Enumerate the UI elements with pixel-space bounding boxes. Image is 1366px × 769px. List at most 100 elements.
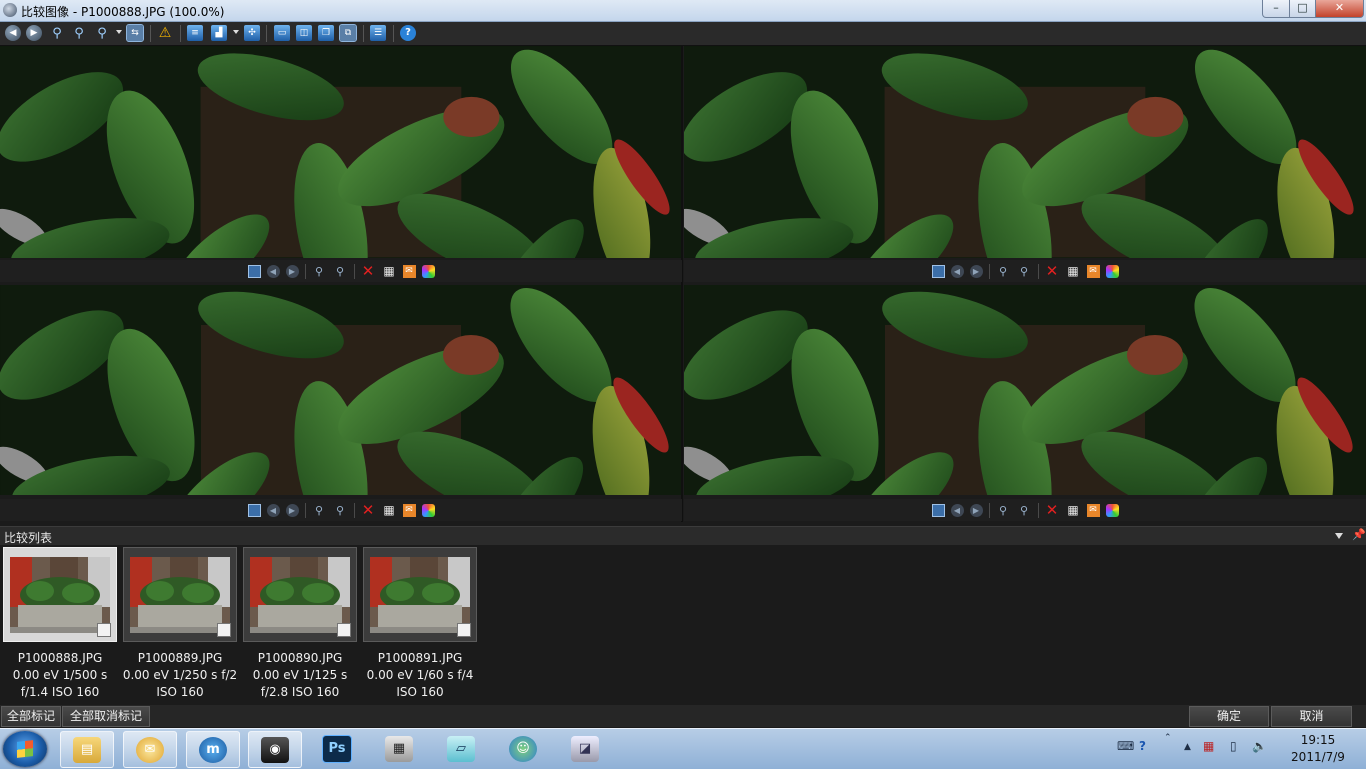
next-icon[interactable]: ▶ xyxy=(969,503,983,517)
mark-checkbox[interactable] xyxy=(217,623,231,637)
save-icon[interactable] xyxy=(247,264,261,278)
keyboard-icon[interactable]: ⌨ xyxy=(1117,739,1134,753)
two-view-icon[interactable]: ◫ xyxy=(296,25,312,41)
info-panel-icon[interactable]: ☰ xyxy=(370,25,386,41)
compare-pane-3[interactable] xyxy=(0,285,682,495)
browser-icon: m xyxy=(199,736,227,763)
single-view-icon[interactable]: ▭ xyxy=(274,25,290,41)
close-button[interactable]: ✕ xyxy=(1315,0,1364,18)
compare-pane-1[interactable] xyxy=(0,46,682,258)
compare-pane-4[interactable] xyxy=(684,285,1366,495)
zoom-in-icon[interactable]: ⚲ xyxy=(996,503,1011,518)
mark-icon[interactable]: ✉ xyxy=(1086,503,1100,517)
previous-icon[interactable]: ◀ xyxy=(950,503,964,517)
compare-pane-2[interactable] xyxy=(684,46,1366,258)
app-icon xyxy=(3,3,17,17)
thumbnail-item[interactable] xyxy=(363,547,477,642)
taskbar-explorer[interactable]: ▤ xyxy=(60,731,114,768)
list-view-icon[interactable]: ≡ xyxy=(187,25,203,41)
chevron-down-icon[interactable] xyxy=(1335,533,1343,539)
color-icon[interactable] xyxy=(421,264,435,278)
mark-all-button[interactable]: 全部标记 xyxy=(1,706,61,727)
next-icon[interactable]: ▶ xyxy=(285,264,299,278)
taskbar-notes[interactable]: ▱ xyxy=(435,731,487,766)
delete-icon[interactable]: ✕ xyxy=(361,501,376,519)
chevron-down-icon[interactable] xyxy=(233,30,239,34)
previous-icon[interactable]: ◀ xyxy=(266,503,280,517)
back-circle-icon[interactable]: ◀ xyxy=(5,25,21,41)
zoom-out-icon[interactable]: ⚲ xyxy=(333,503,348,518)
color-icon[interactable] xyxy=(421,503,435,517)
save-icon[interactable] xyxy=(931,503,945,517)
grid-icon[interactable]: ▦ xyxy=(1066,264,1081,279)
unmark-all-button[interactable]: 全部取消标记 xyxy=(62,706,150,727)
ok-button[interactable]: 确定 xyxy=(1189,706,1269,727)
taskbar-maxthon[interactable]: m xyxy=(186,731,240,768)
mark-checkbox[interactable] xyxy=(97,623,111,637)
mark-icon[interactable]: ✉ xyxy=(402,503,416,517)
zoom-in-icon[interactable]: ⚲ xyxy=(312,264,327,279)
thumbnail-item[interactable] xyxy=(243,547,357,642)
save-icon[interactable] xyxy=(931,264,945,278)
zoom-in-icon[interactable]: ⚲ xyxy=(312,503,327,518)
mark-icon[interactable]: ✉ xyxy=(1086,264,1100,278)
chevron-down-icon[interactable] xyxy=(116,30,122,34)
thumbnail-item[interactable] xyxy=(123,547,237,642)
help-icon[interactable]: ? xyxy=(400,25,416,41)
zoom-out-icon[interactable]: ⚲ xyxy=(1017,503,1032,518)
start-button[interactable] xyxy=(3,731,47,767)
taskbar-messenger[interactable]: ☺ xyxy=(497,731,549,766)
mark-icon[interactable]: ✉ xyxy=(402,264,416,278)
zoom-out-icon[interactable]: ⚲ xyxy=(71,25,87,41)
zoom-in-icon[interactable]: ⚲ xyxy=(996,264,1011,279)
compare-app-icon: ◪ xyxy=(571,735,599,762)
zoom-in-icon[interactable]: ⚲ xyxy=(49,25,65,41)
grid-icon[interactable]: ▦ xyxy=(382,264,397,279)
zoom-icon[interactable]: ⚲ xyxy=(94,25,110,41)
mark-checkbox[interactable] xyxy=(457,623,471,637)
battery-icon[interactable]: ▯ xyxy=(1230,739,1237,753)
pin-icon[interactable]: 📌 xyxy=(1352,528,1366,541)
bottom-button-bar: 全部标记 全部取消标记 确定 取消 xyxy=(0,705,1366,727)
next-icon[interactable]: ▶ xyxy=(285,503,299,517)
grid-icon[interactable]: ▦ xyxy=(382,503,397,518)
help-tray-icon[interactable]: ? xyxy=(1139,739,1146,753)
histogram-icon[interactable]: ▟ xyxy=(211,25,227,41)
delete-icon[interactable]: ✕ xyxy=(361,262,376,280)
four-view-icon[interactable]: ⧉ xyxy=(339,24,357,42)
system-clock[interactable]: 19:15 2011/7/9 xyxy=(1284,732,1352,766)
forward-circle-icon[interactable]: ▶ xyxy=(26,25,42,41)
volume-icon[interactable]: 🔈 xyxy=(1252,739,1267,753)
taskbar-photoshop[interactable]: Ps xyxy=(311,731,363,766)
next-icon[interactable]: ▶ xyxy=(969,264,983,278)
color-icon[interactable] xyxy=(1105,264,1119,278)
taskbar-calculator[interactable]: ▦ xyxy=(373,731,425,766)
previous-icon[interactable]: ◀ xyxy=(266,264,280,278)
network-tray-icon[interactable]: ▦ xyxy=(1203,739,1214,753)
tray-up-icon[interactable]: ⌃ xyxy=(1164,733,1172,743)
maximize-button[interactable]: □ xyxy=(1289,0,1316,18)
sync-lock-icon[interactable]: ⇆ xyxy=(126,24,144,42)
previous-icon[interactable]: ◀ xyxy=(950,264,964,278)
taskbar-camera-app[interactable]: ◉ xyxy=(248,731,302,768)
cancel-button[interactable]: 取消 xyxy=(1271,706,1352,727)
taskbar-compare-app[interactable]: ◪ xyxy=(559,731,611,766)
color-icon[interactable] xyxy=(1105,503,1119,517)
taskbar-mail[interactable]: ✉ xyxy=(123,731,177,768)
compared-image xyxy=(684,285,1366,495)
delete-icon[interactable]: ✕ xyxy=(1045,262,1060,280)
grid-icon[interactable]: ▦ xyxy=(1066,503,1081,518)
warning-icon[interactable]: ⚠ xyxy=(157,25,173,41)
minimize-button[interactable]: – xyxy=(1262,0,1290,18)
show-hidden-icons[interactable]: ▲ xyxy=(1184,742,1191,752)
thumbnail-item[interactable] xyxy=(3,547,117,642)
exif-line-1: 0.00 eV 1/250 s f/2 xyxy=(122,668,238,682)
zoom-out-icon[interactable]: ⚲ xyxy=(333,264,348,279)
delete-icon[interactable]: ✕ xyxy=(1045,501,1060,519)
save-icon[interactable] xyxy=(247,503,261,517)
three-view-icon[interactable]: ❐ xyxy=(318,25,334,41)
mark-checkbox[interactable] xyxy=(337,623,351,637)
windows-logo-icon xyxy=(17,740,33,758)
zoom-out-icon[interactable]: ⚲ xyxy=(1017,264,1032,279)
network-icon[interactable]: ✣ xyxy=(244,25,260,41)
